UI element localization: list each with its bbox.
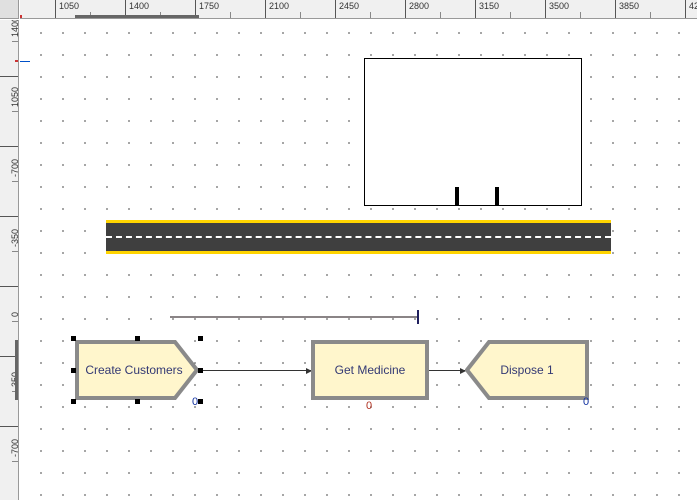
ruler-v-label: 0 xyxy=(10,312,19,317)
dispose-module[interactable]: Dispose 1 xyxy=(465,340,589,400)
ruler-h-label: 3850 xyxy=(619,1,639,11)
process-wip-count: 0 xyxy=(366,400,372,412)
timeline-axis[interactable] xyxy=(170,316,418,318)
ruler-h-label: 4200 xyxy=(689,1,697,11)
ruler-h-label: 2100 xyxy=(269,1,289,11)
ruler-h-label: 2800 xyxy=(409,1,429,11)
canvas[interactable]: Create Customers 0 Get Medicine 0 Dispos… xyxy=(20,20,697,500)
dispose-enter-count: 0 xyxy=(583,396,589,408)
ruler-v-label: 1050 xyxy=(10,87,19,107)
ruler-v-selection xyxy=(15,340,19,400)
ruler-v-label: -700 xyxy=(10,439,19,457)
container-foot xyxy=(495,187,499,205)
ruler-h-label: 2450 xyxy=(339,1,359,11)
process-module[interactable]: Get Medicine xyxy=(311,340,429,400)
selection-handles[interactable] xyxy=(73,338,201,402)
ruler-horizontal[interactable]: 1050 1400 1750 2100 2450 2800 3150 3500 … xyxy=(20,0,697,19)
guide-horizontal[interactable] xyxy=(20,61,30,62)
road-path[interactable] xyxy=(106,220,611,254)
ruler-h-label: 1750 xyxy=(199,1,219,11)
container-foot xyxy=(455,187,459,205)
animation-container[interactable] xyxy=(364,58,582,206)
timeline-end-tick xyxy=(417,310,419,324)
editor-root: 1050 1400 1750 2100 2450 2800 3150 3500 … xyxy=(0,0,697,500)
ruler-h-caret xyxy=(20,15,22,19)
ruler-h-label: 3150 xyxy=(479,1,499,11)
ruler-h-label: 1400 xyxy=(129,1,149,11)
ruler-corner xyxy=(0,0,19,19)
road-lane xyxy=(106,223,611,251)
ruler-v-caret xyxy=(15,60,19,62)
ruler-v-label: -700 xyxy=(10,159,19,177)
dispose-module-label: Dispose 1 xyxy=(465,340,589,400)
process-module-label: Get Medicine xyxy=(311,340,429,400)
connector-process-dispose[interactable] xyxy=(429,370,465,371)
connector-create-process[interactable] xyxy=(199,370,311,371)
ruler-vertical[interactable]: 1400 1050 -700 -350 0 350 -700 xyxy=(0,20,19,500)
ruler-h-label: 1050 xyxy=(59,1,79,11)
ruler-v-label: 1400 xyxy=(10,20,19,37)
dot-grid xyxy=(20,20,697,500)
ruler-h-label: 3500 xyxy=(549,1,569,11)
ruler-h-selection xyxy=(75,15,199,19)
ruler-v-label: -350 xyxy=(10,229,19,247)
